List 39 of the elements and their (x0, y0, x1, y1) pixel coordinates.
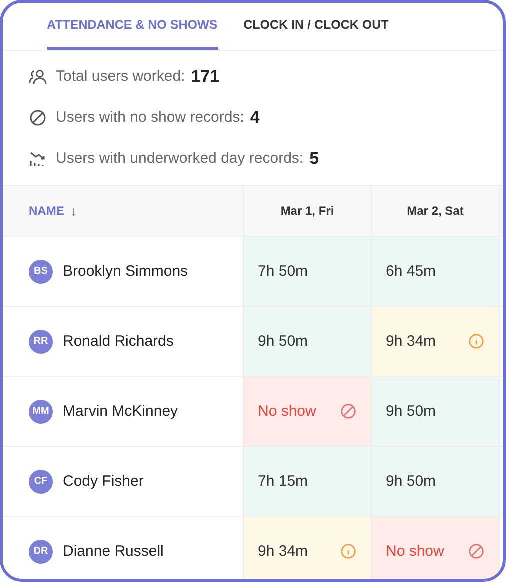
column-header[interactable]: Mar 1, Fri (244, 186, 372, 236)
name-header[interactable]: NAME (29, 204, 64, 218)
column-header[interactable]: Mar 2, Sat (372, 186, 500, 236)
info-icon (340, 543, 357, 560)
tab[interactable]: ATTENDANCE & NO SHOWS (47, 3, 218, 50)
avatar: MM (29, 400, 53, 424)
user-name: Dianne Russell (63, 543, 164, 560)
prohibited-icon (29, 108, 47, 126)
declining-bars-icon (29, 150, 47, 168)
avatar: DR (29, 540, 53, 564)
avatar: CF (29, 470, 53, 494)
stat-label: Total users worked: (56, 68, 186, 85)
users-icon (29, 68, 47, 86)
time-cell: 9h 50m (372, 447, 500, 516)
sort-arrow-icon[interactable]: ↓ (70, 203, 78, 219)
prohibited-icon (468, 543, 485, 560)
time-cell: 9h 34m (244, 517, 372, 579)
tab[interactable]: CLOCK IN / CLOCK OUT (244, 3, 389, 50)
stat-value: 4 (250, 108, 260, 128)
time-cell: No show (372, 517, 500, 579)
time-cell: 9h 34m (372, 307, 500, 376)
user-name: Brooklyn Simmons (63, 263, 188, 280)
stat-label: Users with underworked day records: (56, 150, 304, 167)
user-name: Marvin McKinney (63, 403, 178, 420)
stat-value: 171 (191, 66, 220, 86)
prohibited-icon (340, 403, 357, 420)
user-name: Cody Fisher (63, 473, 144, 490)
avatar: BS (29, 260, 53, 284)
time-cell: No show (244, 377, 372, 446)
time-cell: 6h 45m (372, 237, 500, 306)
stat-label: Users with no show records: (56, 109, 244, 126)
time-cell: 7h 50m (244, 237, 372, 306)
avatar: RR (29, 330, 53, 354)
time-cell: 9h 50m (244, 307, 372, 376)
time-cell: 9h 50m (372, 377, 500, 446)
user-name: Ronald Richards (63, 333, 174, 350)
info-icon (468, 333, 485, 350)
stat-value: 5 (310, 148, 320, 168)
time-cell: 7h 15m (244, 447, 372, 516)
